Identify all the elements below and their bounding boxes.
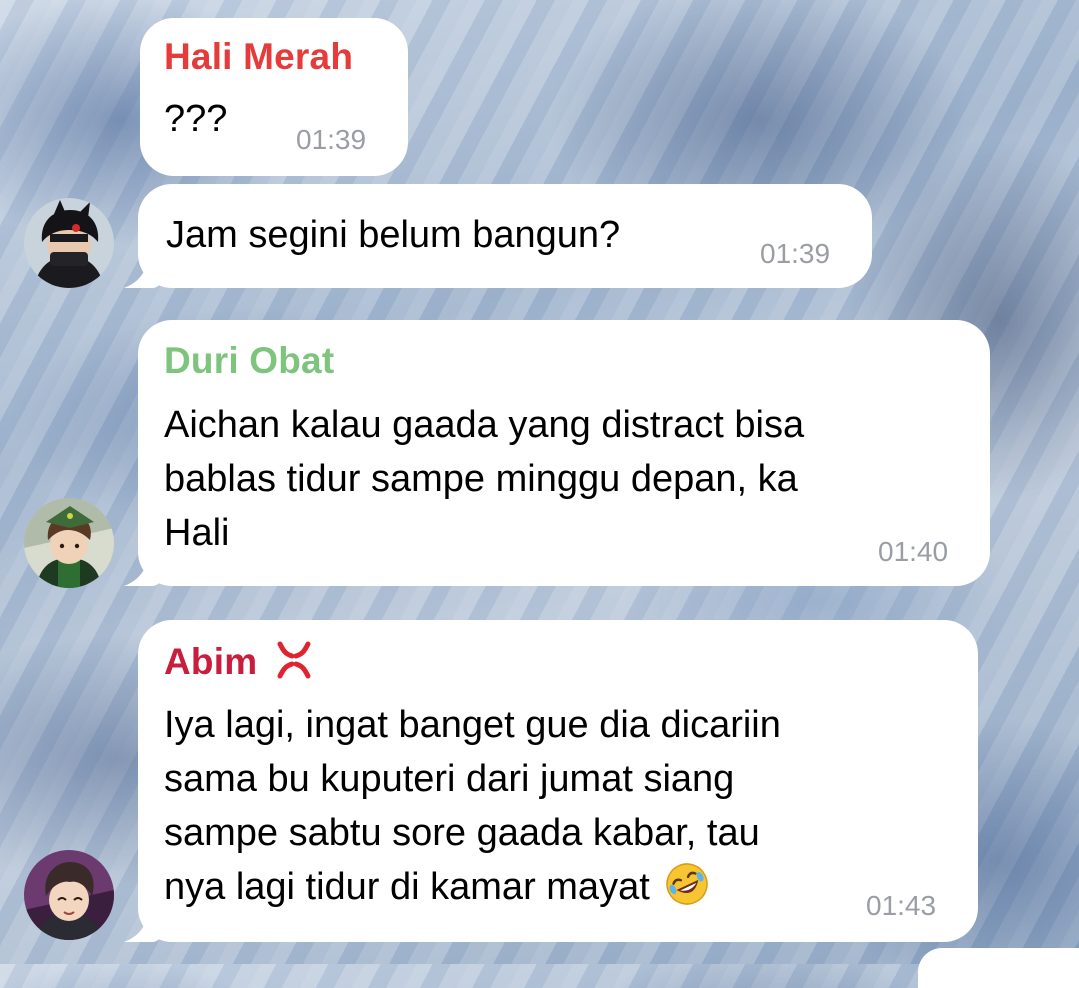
message-text-line: sama bu kuputeri dari jumat siang xyxy=(164,758,735,800)
message-time: 01:40 xyxy=(878,536,949,567)
message-bubble[interactable]: Jam segini belum bangun? 01:39 xyxy=(138,184,872,288)
message-bubble[interactable]: Abim Iya lagi, ingat banget gue dia dica… xyxy=(138,620,978,942)
message-text-line: nya lagi tidur di kamar mayat xyxy=(164,866,650,908)
duri-obat-avatar-icon xyxy=(24,498,114,588)
message-bubble[interactable]: Hali Merah ??? 01:39 xyxy=(140,18,408,176)
message-text-line: Hali xyxy=(164,512,230,554)
hali-merah-avatar-icon xyxy=(24,198,114,288)
bubble-tail xyxy=(122,254,162,288)
sender-name[interactable]: Hali Merah xyxy=(164,36,353,78)
message-text-line: sampe sabtu sore gaada kabar, tau xyxy=(164,812,760,854)
message-text-line-with-emoji: nya lagi tidur di kamar mayat xyxy=(164,860,710,914)
sender-name[interactable]: Abim xyxy=(164,640,314,683)
sender-name[interactable]: Duri Obat xyxy=(164,340,334,382)
message-text: Jam segini belum bangun? xyxy=(166,214,621,256)
bubble-tail xyxy=(122,552,162,586)
bubble-tail xyxy=(122,908,162,942)
avatar-duri-obat[interactable] xyxy=(24,498,114,588)
message-text-line: bablas tidur sampe minggu depan, ka xyxy=(164,458,798,500)
anger-symbol-icon xyxy=(277,641,311,679)
abim-avatar-icon xyxy=(24,850,114,940)
message-time: 01:39 xyxy=(296,124,367,155)
message-text-line: Iya lagi, ingat banget gue dia dicariin xyxy=(164,704,781,746)
message-text-line: Aichan kalau gaada yang distract bisa xyxy=(164,404,805,446)
avatar-hali-merah[interactable] xyxy=(24,198,114,288)
next-message-bubble-edge xyxy=(918,948,1079,988)
message-time: 01:43 xyxy=(866,890,937,921)
message-time: 01:39 xyxy=(760,238,831,269)
avatar-abim[interactable] xyxy=(24,850,114,940)
message-bubble[interactable]: Duri Obat Aichan kalau gaada yang distra… xyxy=(138,320,990,586)
message-text: ??? xyxy=(164,98,228,140)
sender-name-text: Abim xyxy=(164,641,258,682)
rolling-on-floor-laughing-icon xyxy=(666,863,709,905)
